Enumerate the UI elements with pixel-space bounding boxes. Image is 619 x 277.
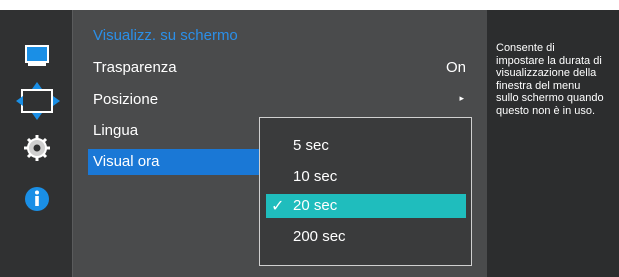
menu-item-value: On: [445, 59, 466, 76]
dropdown-option-label: 20 sec: [293, 197, 338, 214]
gear-icon[interactable]: [22, 133, 52, 163]
info-icon[interactable]: [22, 184, 52, 214]
move-arrows-icon[interactable]: [14, 82, 64, 122]
dropdown-option-label: 200 sec: [293, 228, 346, 245]
dropdown-option-label: 5 sec: [293, 137, 329, 154]
menu-title: Visualizz. su schermo: [93, 27, 238, 44]
menu-item-label: Posizione: [93, 91, 159, 108]
dropdown-option[interactable]: 10 sec: [266, 165, 466, 189]
dropdown-option[interactable]: 200 sec: [266, 225, 466, 249]
check-icon: ✓: [271, 198, 285, 215]
menu-item-label: Trasparenza: [93, 59, 177, 76]
menu-item-trasparenza[interactable]: Trasparenza On: [88, 55, 478, 81]
menu-item-visual-ora[interactable]: Visual ora: [88, 149, 268, 175]
help-description: Consente di impostare la durata di visua…: [496, 42, 604, 117]
menu-item-label: Visual ora: [93, 153, 160, 170]
menu-item-posizione[interactable]: Posizione ▸: [88, 87, 478, 113]
dropdown-option-selected[interactable]: ✓ 20 sec: [266, 194, 466, 218]
duration-dropdown: 5 sec 10 sec ✓ 20 sec 200 sec: [259, 117, 472, 266]
dropdown-option[interactable]: 5 sec: [266, 134, 466, 158]
menu-item-label: Lingua: [93, 122, 139, 139]
monitor-icon[interactable]: [22, 42, 52, 72]
submenu-arrow-icon: ▸: [459, 93, 464, 103]
dropdown-option-label: 10 sec: [293, 168, 338, 185]
